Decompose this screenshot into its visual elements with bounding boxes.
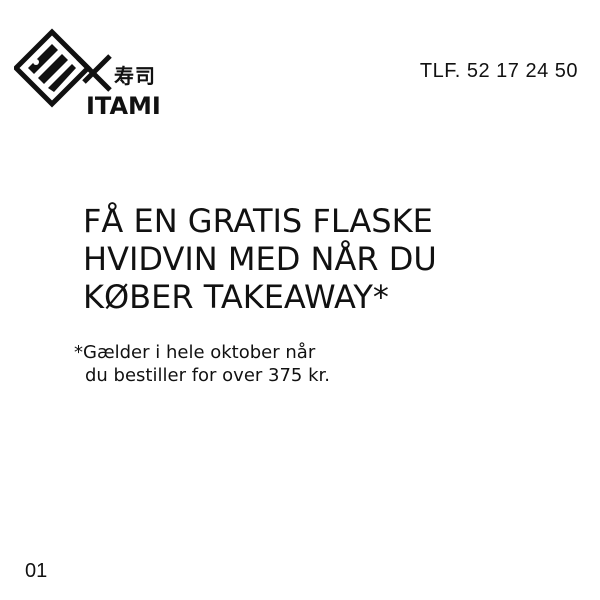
footnote-line: *Gælder i hele oktober når (74, 342, 316, 363)
promo-footnote: *Gælder i hele oktober når du bestiller … (74, 341, 330, 387)
logo-kanji: 寿司 (114, 64, 156, 88)
headline-line: FÅ EN GRATIS FLASKE (83, 202, 433, 240)
headline-line: KØBER TAKEAWAY* (83, 278, 389, 316)
headline-line: HVIDVIN MED NÅR DU (83, 240, 437, 278)
itami-logo: 寿司 ITAMI (14, 18, 174, 122)
logo-wordmark: ITAMI (86, 92, 161, 120)
phone-number: TLF. 52 17 24 50 (419, 60, 578, 82)
promo-headline: FÅ EN GRATIS FLASKE HVIDVIN MED NÅR DU K… (83, 202, 437, 316)
footnote-line: du bestiller for over 375 kr. (85, 365, 330, 386)
page-number: 01 (25, 560, 48, 582)
